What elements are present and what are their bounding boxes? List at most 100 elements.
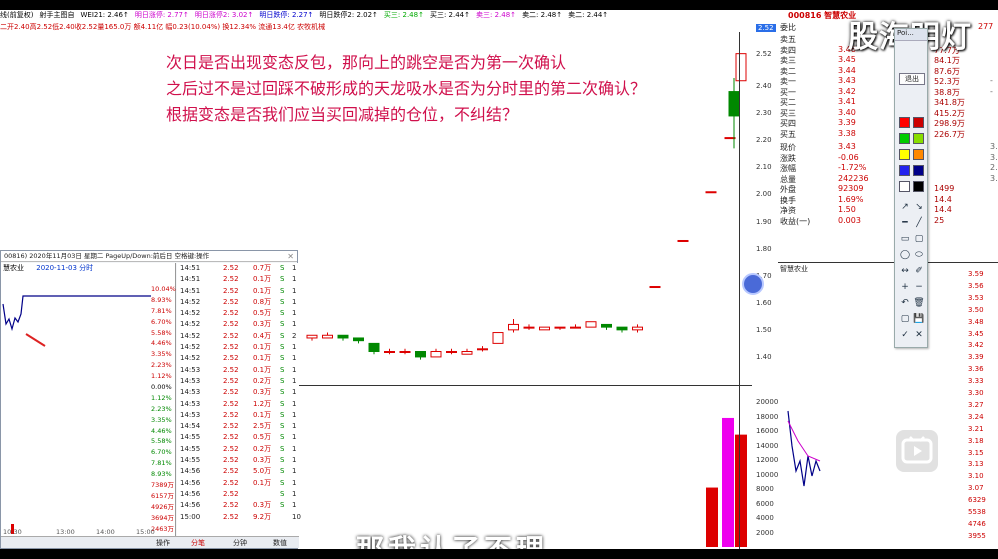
intraday-axis-tick-3: 6.70% — [151, 317, 172, 326]
draw-tool-icon-4[interactable]: ▭ — [899, 233, 911, 245]
trade-p: 2.52 — [223, 297, 239, 306]
intraday-axis-tick-9: 0.00% — [151, 383, 172, 392]
mini-axis-tick-16: 3.13 — [968, 460, 984, 469]
trade-t: 14:56 — [180, 467, 201, 476]
trade-tab-2[interactable]: 分钟 — [233, 538, 247, 548]
trade-t: 14:52 — [180, 297, 201, 306]
trade-s: S — [280, 343, 285, 352]
color-swatch-9[interactable] — [913, 181, 924, 192]
close-icon[interactable]: ✕ — [287, 252, 294, 261]
quote-row-6: 买二 3.41 341.8万 — [778, 97, 998, 108]
exit-button[interactable]: 退出 — [899, 73, 925, 85]
indicator-11: 卖二: 2.44↑ — [568, 11, 609, 19]
letterbox-top — [0, 0, 998, 10]
trade-detail-window[interactable]: 00816) 2020年11月03日 星期二 PageUp/Down:前后日 空… — [0, 250, 301, 549]
intraday-date: 2020-11-03 分时 — [36, 264, 94, 272]
mini-axis-tick-0: 3.59 — [968, 270, 984, 278]
draw-tool-icon-9[interactable]: ✐ — [913, 265, 925, 277]
drawing-tool-palette[interactable]: Poi... 退出 ↗ ↘ ━ ╱ ▭ ▢ ◯ ⬭ ↔ ✐ + − ↶ 🗑 ▢ 💾 ✓ ✕ — [894, 28, 928, 348]
late-candle-body-2 — [705, 191, 717, 194]
draw-tool-icon-3[interactable]: ╱ — [913, 217, 925, 229]
trade-v: 0.5万 — [253, 433, 272, 442]
draw-tool-icon-10[interactable]: + — [899, 281, 911, 293]
trade-p: 2.52 — [223, 320, 239, 329]
arrow-annotation-icon — [25, 333, 46, 347]
trade-n: 1 — [292, 264, 297, 272]
trade-p: 2.52 — [223, 478, 239, 487]
quote-row-8: 买四 3.39 298.9万 — [778, 118, 998, 129]
quote-price: 242236 — [838, 173, 869, 183]
indicator-1: 射手主图自 — [39, 11, 75, 19]
color-swatch-0[interactable] — [899, 117, 910, 128]
trade-s: S — [280, 444, 285, 453]
draw-tool-icon-0[interactable]: ↗ — [899, 201, 911, 213]
color-swatch-2[interactable] — [899, 133, 910, 144]
draw-tool-icon-16[interactable]: ✓ — [899, 329, 911, 341]
trade-s: S — [280, 489, 285, 498]
indicator-8: 买三: 2.44↑ — [429, 11, 471, 19]
candle-body-4 — [368, 342, 380, 353]
draw-tool-icon-7[interactable]: ⬭ — [913, 249, 925, 261]
draw-tool-icon-15[interactable]: 💾 — [913, 313, 925, 325]
trade-t: 14:54 — [180, 422, 201, 431]
trade-row: 14:52 2.52 0.8万 S 1 — [177, 297, 299, 308]
trade-p: 2.52 — [223, 388, 239, 397]
trade-p: 2.52 — [223, 489, 239, 498]
current-price-tag: 2.52 — [756, 24, 776, 32]
trade-tab-1[interactable]: 分笔 — [191, 538, 205, 548]
draw-tool-icon-8[interactable]: ↔ — [899, 265, 911, 277]
color-swatch-8[interactable] — [899, 181, 910, 192]
trade-s: S — [280, 467, 285, 476]
trade-v: 0.1万 — [253, 343, 272, 352]
color-swatch-1[interactable] — [913, 117, 924, 128]
draw-tool-icon-17[interactable]: ✕ — [913, 329, 925, 341]
trade-n: 1 — [292, 456, 297, 465]
intraday-axis-tick-20: 4926万 — [151, 502, 175, 511]
draw-tool-icon-12[interactable]: ↶ — [899, 297, 911, 309]
intraday-axis-tick-11: 2.23% — [151, 404, 172, 413]
draw-tool-icon-5[interactable]: ▢ — [913, 233, 925, 245]
quote-label: 买一 — [780, 87, 796, 97]
color-swatch-7[interactable] — [913, 165, 924, 176]
candle-body-12 — [492, 332, 504, 344]
time-label-1: 13:00 — [56, 528, 75, 536]
trade-t: 14:56 — [180, 501, 201, 510]
intraday-axis-tick-5: 4.46% — [151, 339, 172, 348]
trade-t: 14:55 — [180, 456, 201, 465]
trade-tab-3[interactable]: 数值 — [273, 538, 287, 548]
quote-label: 卖一 — [780, 77, 796, 86]
quote-price: 3.44 — [838, 65, 856, 75]
quote-price: 3.39 — [838, 118, 856, 127]
mini-axis-tick-3: 3.50 — [968, 305, 984, 314]
draw-tool-icon-14[interactable]: ▢ — [899, 313, 911, 325]
volume-tick-9: 2000 — [756, 528, 774, 537]
color-swatch-4[interactable] — [899, 149, 910, 160]
mini-axis-tick-22: 3955 — [968, 531, 986, 540]
trade-tab-0[interactable]: 操作 — [156, 538, 170, 548]
cursor-marker — [742, 273, 764, 295]
draw-tool-icon-2[interactable]: ━ — [899, 217, 911, 229]
intraday-axis: 10.04% 8.93% 7.81% 6.70% 5.58% 4.46% 3.35% 2.23… — [151, 284, 176, 545]
draw-tool-icon-13[interactable]: 🗑 — [913, 297, 925, 309]
trade-row: 14:56 2.52 5.0万 S 1 — [177, 466, 299, 477]
draw-tool-icon-6[interactable]: ◯ — [899, 249, 911, 261]
color-swatch-5[interactable] — [913, 149, 924, 160]
quote-volume: 52.3万 — [934, 77, 960, 86]
mini-intraday-chart[interactable]: 智慧农业 — [778, 262, 998, 549]
play-button-icon[interactable] — [896, 430, 938, 472]
draw-tool-icon-1[interactable]: ↘ — [913, 201, 925, 213]
trade-n: 1 — [292, 433, 297, 442]
tick-trade-list[interactable]: 14:51 2.52 0.7万 S 1 14:51 2.52 0.1万 S 1 14:51 2.52 0… — [177, 263, 301, 538]
quote-price: 92309 — [838, 184, 864, 193]
quote-row-17: 收益(一) 0.003 25 — [778, 216, 998, 227]
intraday-chart[interactable]: 慧农业 2020-11-03 分时 10.04% 8.93% 7.81% 6.70% 5… — [1, 263, 176, 543]
trade-v: 0.1万 — [253, 275, 272, 284]
price-tick-6: 1.90 — [756, 217, 772, 226]
draw-tool-icon-11[interactable]: − — [913, 281, 925, 293]
price-tick-0: 2.52 — [756, 49, 772, 58]
quote-label: 卖二 — [780, 66, 796, 76]
quote-price: 1.50 — [838, 205, 856, 214]
quote-row-16: 净资 1.50 14.4 — [778, 205, 998, 216]
color-swatch-3[interactable] — [913, 133, 924, 144]
color-swatch-6[interactable] — [899, 165, 910, 176]
